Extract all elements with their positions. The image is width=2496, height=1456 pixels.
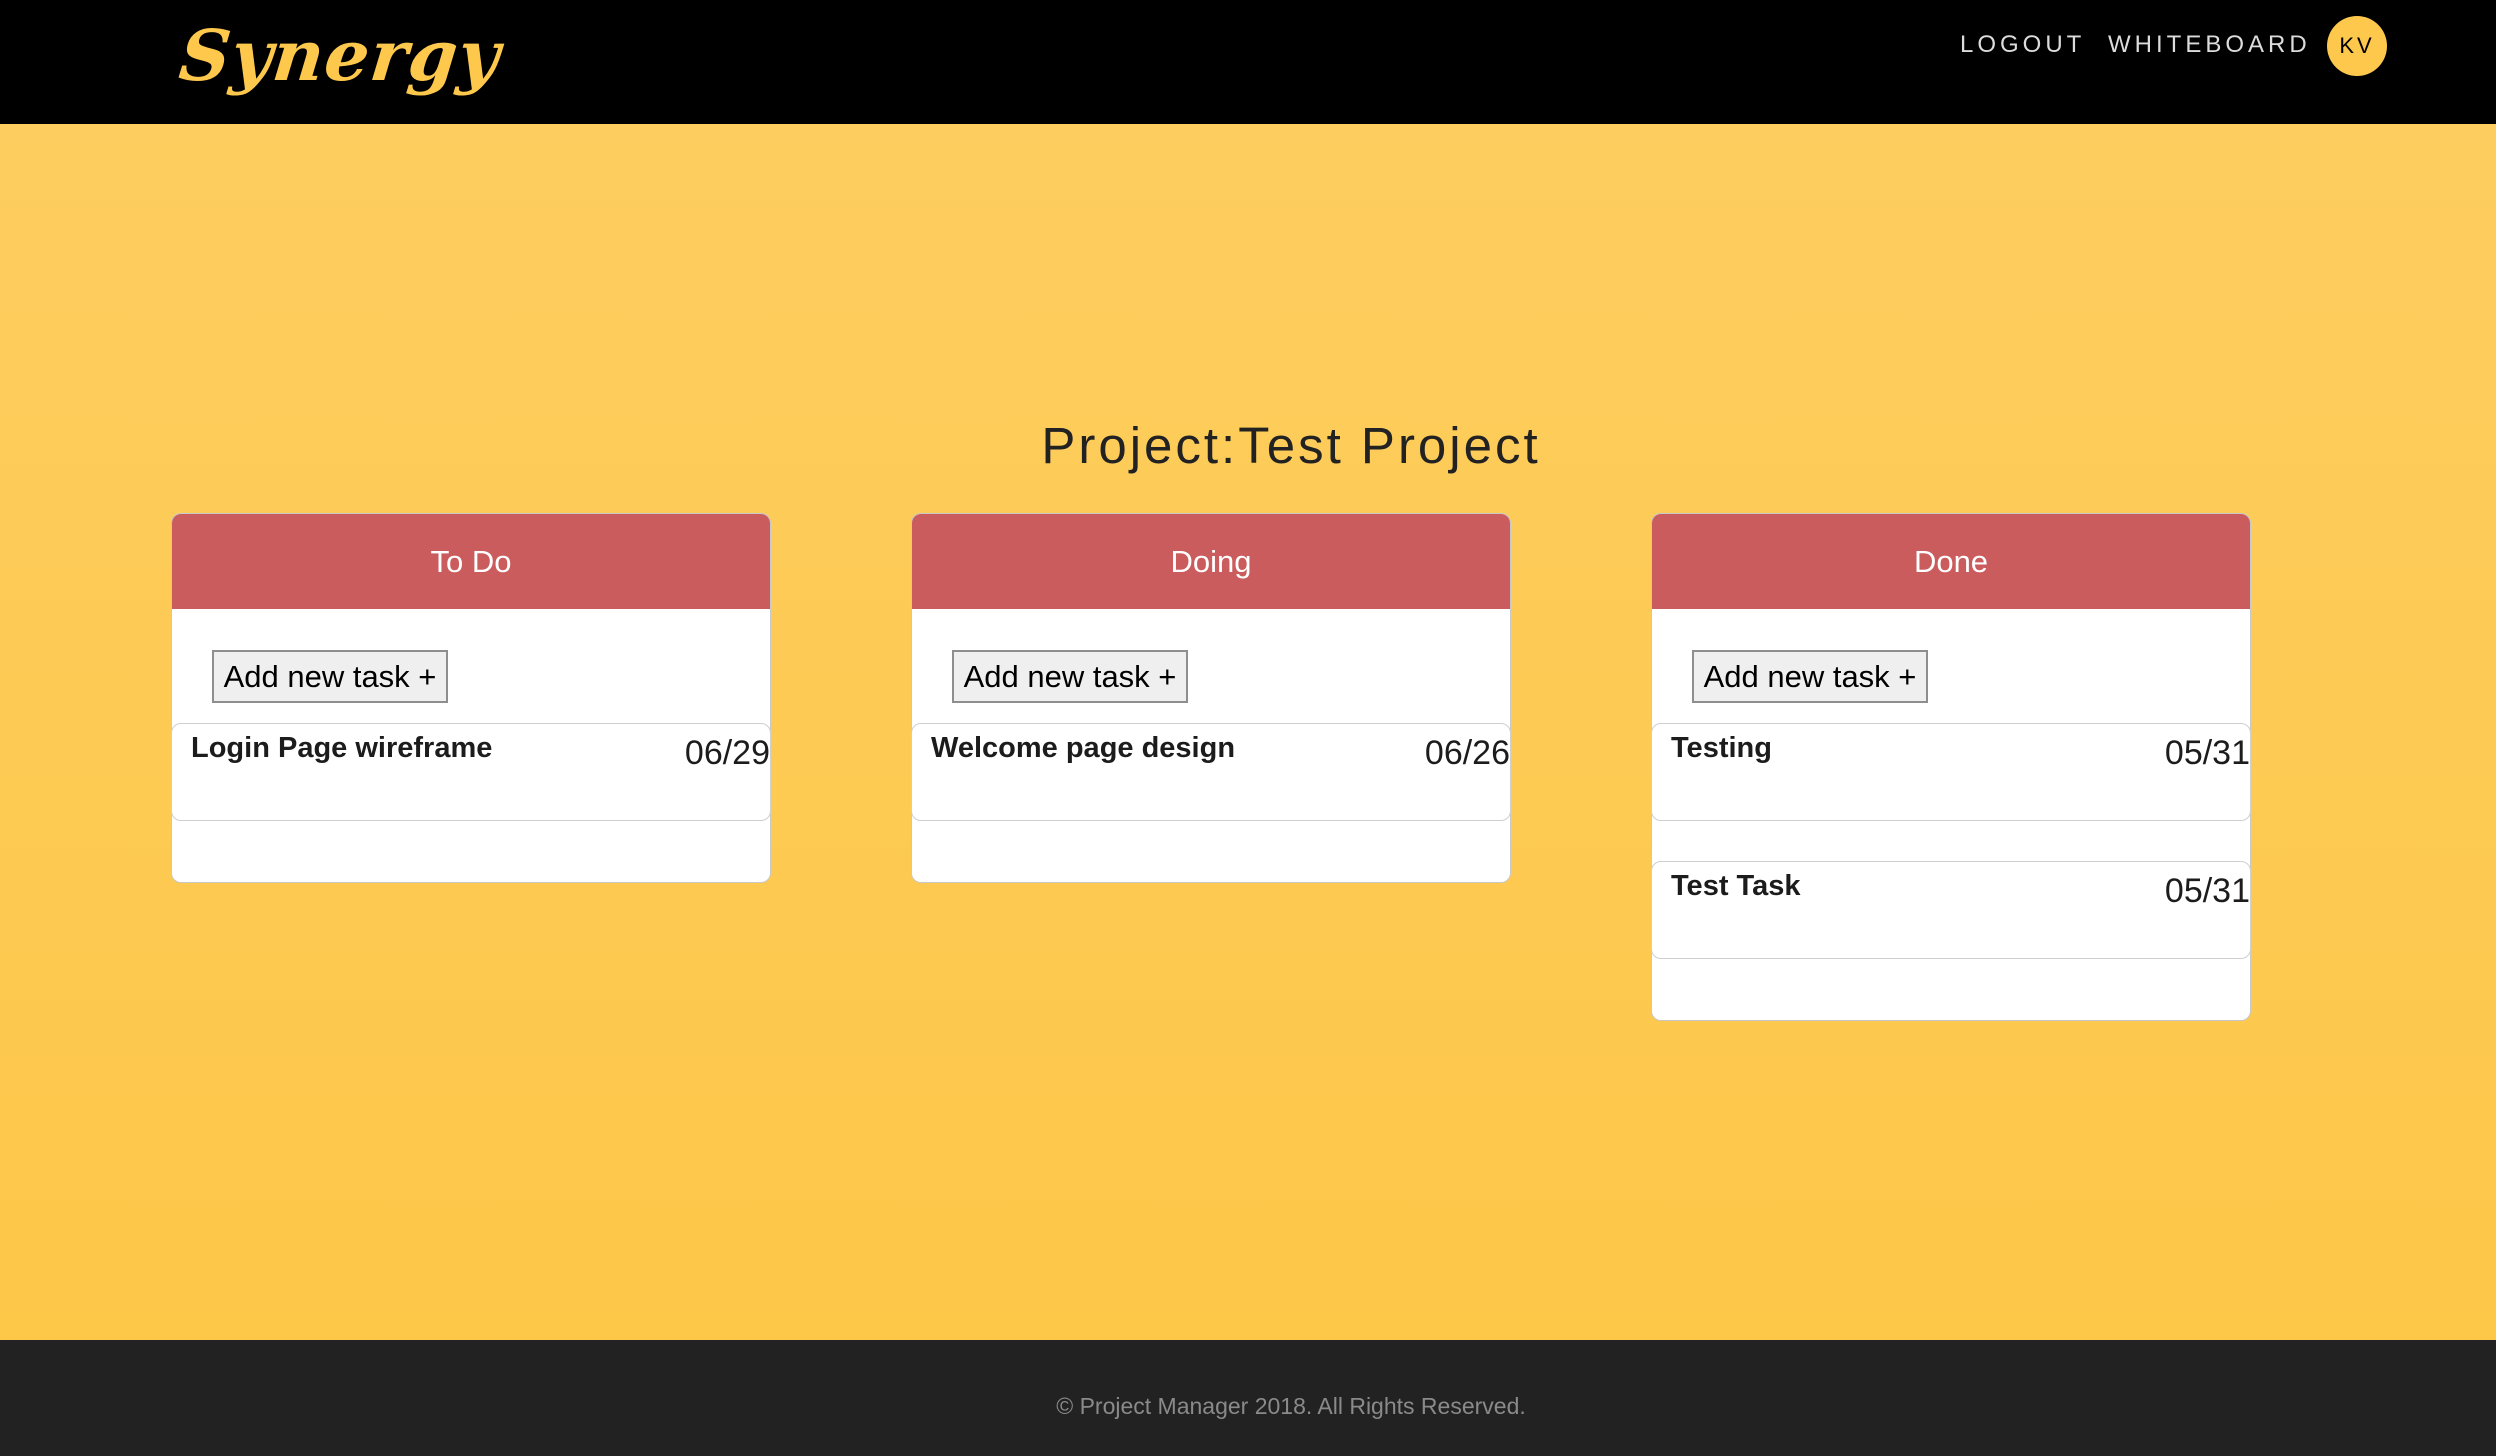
column-header: Doing [912, 514, 1510, 609]
logout-link[interactable]: LOGOUT [1960, 31, 2085, 59]
add-task-button[interactable]: Add new task + [952, 650, 1188, 703]
brand-logo[interactable]: Synergy [176, 14, 505, 97]
footer: © Project Manager 2018. All Rights Reser… [0, 1340, 2496, 1456]
task-name: Welcome page design [931, 732, 1236, 764]
task-card[interactable]: Login Page wireframe 06/29 [171, 723, 771, 821]
task-due-date: 05/31 [2164, 734, 2250, 772]
add-task-button[interactable]: Add new task + [1692, 650, 1928, 703]
task-name: Test Task [1671, 870, 1801, 902]
task-name: Login Page wireframe [191, 732, 493, 764]
column-done: Done Add new task + Testing 05/31 Test T… [1651, 513, 2251, 1021]
column-header: Done [1652, 514, 2250, 609]
task-due-date: 06/29 [684, 734, 770, 772]
task-due-date: 05/31 [2164, 872, 2250, 910]
whiteboard-link[interactable]: WHITEBOARD [2108, 31, 2311, 59]
task-card[interactable]: Test Task 05/31 [1651, 861, 2251, 959]
top-navbar: Synergy LOGOUT WHITEBOARD KV [0, 0, 2496, 124]
task-card[interactable]: Welcome page design 06/26 [911, 723, 1511, 821]
column-doing: Doing Add new task + Welcome page design… [911, 513, 1511, 883]
task-name: Testing [1671, 732, 1772, 764]
user-avatar[interactable]: KV [2327, 16, 2387, 76]
main-content: Project:Test Project To Do Add new task … [0, 124, 2496, 1340]
copyright-text: © Project Manager 2018. All Rights Reser… [1056, 1393, 1526, 1419]
page-title: Project:Test Project [1041, 417, 1541, 474]
task-card[interactable]: Testing 05/31 [1651, 723, 2251, 821]
task-due-date: 06/26 [1424, 734, 1510, 772]
column-header: To Do [172, 514, 770, 609]
column-todo: To Do Add new task + Login Page wirefram… [171, 513, 771, 883]
add-task-button[interactable]: Add new task + [212, 650, 448, 703]
